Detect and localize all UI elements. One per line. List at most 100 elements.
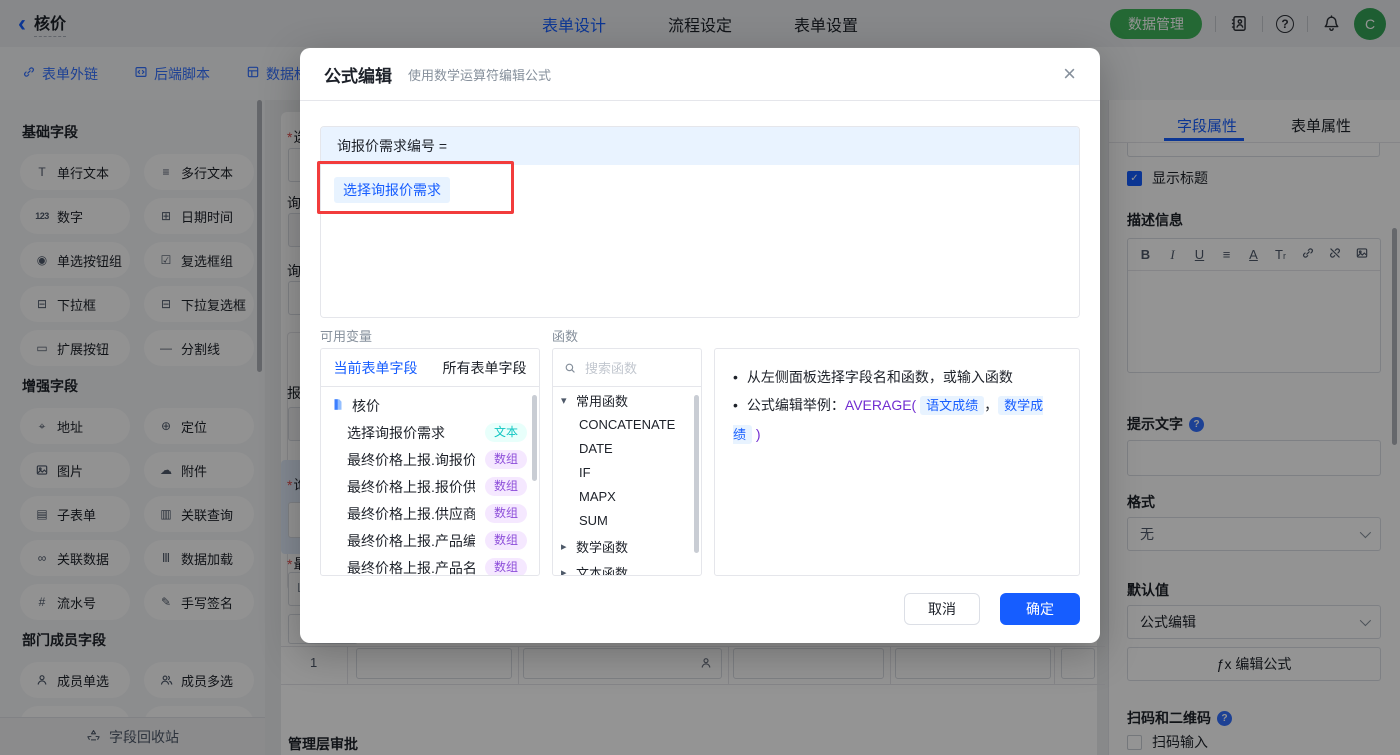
function-item[interactable]: MAPX [553, 485, 701, 509]
function-group[interactable]: ▸ 数学函数 [553, 533, 701, 559]
cancel-button[interactable]: 取消 [904, 593, 980, 625]
edit-formula-button[interactable]: ƒx 编辑公式 [1127, 647, 1381, 681]
unlink-icon[interactable] [1321, 246, 1348, 263]
subform-cell-input[interactable] [895, 648, 1051, 679]
link-icon[interactable] [1294, 246, 1321, 263]
bell-icon[interactable] [1321, 14, 1341, 34]
field-type-button[interactable]: 成员多选 [144, 662, 254, 698]
field-type-button[interactable]: ⊞ 日期时间 [144, 198, 254, 234]
underline-icon[interactable]: U [1186, 247, 1213, 262]
nav-tab-2[interactable]: 流程设定 [668, 12, 732, 36]
hint-text-input[interactable] [1127, 440, 1381, 476]
variable-type-badge: 数组 [484, 558, 527, 575]
field-type-label: 地址 [57, 419, 84, 435]
scan-help-icon[interactable]: ? [1217, 710, 1232, 726]
field-type-button[interactable]: ✎ 手写签名 [144, 584, 254, 620]
functions-scrollbar[interactable] [694, 395, 699, 553]
field-type-button[interactable]: ▤ 子表单 [20, 496, 130, 532]
function-item[interactable]: CONCATENATE [553, 413, 701, 437]
function-search[interactable]: 搜索函数 [553, 349, 701, 387]
field-type-button[interactable]: Ⅲ 数据加载 [144, 540, 254, 576]
bold-icon[interactable]: B [1132, 247, 1159, 262]
function-item[interactable]: DATE [553, 437, 701, 461]
variable-row[interactable]: 选择询报价需求 文本 [321, 419, 539, 446]
show-title-checkbox-row[interactable]: ✓ 显示标题 [1127, 168, 1208, 188]
contacts-book-icon[interactable] [1229, 14, 1249, 34]
formula-container: 询报价需求编号 = 选择询报价需求 [320, 126, 1080, 318]
italic-icon[interactable]: I [1159, 247, 1186, 263]
subform-cell-input[interactable] [523, 648, 722, 679]
function-item[interactable]: SUM [553, 509, 701, 533]
scan-input-checkbox-row[interactable]: 扫码输入 [1127, 732, 1208, 752]
field-type-button[interactable]: ▭ 扩展按钮 [20, 330, 130, 366]
canvas-field-label: 报 [287, 383, 301, 403]
left-sidebar-scrollbar[interactable] [257, 100, 262, 372]
field-type-button[interactable]: ⊟ 下拉框 [20, 286, 130, 322]
help-line-1: • 从左侧面板选择字段名和函数，或输入函数 [733, 369, 1013, 385]
function-group[interactable]: ▸ 文本函数 [553, 559, 701, 576]
field-type-button[interactable]: ⌖ 地址 [20, 408, 130, 444]
data-manage-button[interactable]: 数据管理 [1110, 8, 1202, 39]
default-value-select[interactable]: 公式编辑 [1127, 605, 1381, 639]
right-sidebar-scrollbar[interactable] [1392, 228, 1397, 445]
variable-row[interactable]: 最终价格上报.供应商... 数组 [321, 500, 539, 527]
align-icon[interactable]: ≡ [1213, 247, 1240, 262]
variable-row[interactable]: 最终价格上报.产品名称数组 [321, 554, 539, 575]
toolbar-link[interactable]: 后端脚本 [134, 64, 210, 84]
confirm-button[interactable]: 确定 [1000, 593, 1080, 625]
subform-cell-input[interactable] [1061, 648, 1095, 679]
variables-tab-2[interactable]: 所有表单字段 [430, 349, 539, 386]
field-type-button[interactable]: ∞ 关联数据 [20, 540, 130, 576]
font-color-icon[interactable]: A [1240, 247, 1267, 262]
checkbox-unchecked-icon[interactable] [1127, 734, 1142, 750]
description-editor[interactable]: B I U ≡ A Tr [1127, 238, 1381, 373]
field-type-button[interactable]: ≡ 多行文本 [144, 154, 254, 190]
subform-cell-input[interactable] [733, 648, 884, 679]
field-type-button[interactable]: 123 数字 [20, 198, 130, 234]
field-type-button[interactable]: T 单行文本 [20, 154, 130, 190]
font-size-icon[interactable]: Tr [1267, 247, 1294, 262]
field-type-button[interactable]: 图片 [20, 452, 130, 488]
function-group[interactable]: ▾ 常用函数 [553, 387, 701, 413]
field-type-button[interactable]: 成员单选 [20, 662, 130, 698]
formula-field-chip[interactable]: 选择询报价需求 [334, 177, 450, 203]
formula-editor-area[interactable]: 选择询报价需求 [321, 165, 1079, 317]
hint-help-icon[interactable]: ? [1189, 416, 1204, 432]
nav-tab-1[interactable]: 表单设计 [542, 12, 606, 36]
subform-col-border [518, 646, 519, 684]
field-recycle-bin[interactable]: 字段回收站 [0, 717, 265, 755]
variable-row[interactable]: 最终价格上报.报价供... 数组 [321, 473, 539, 500]
variables-scrollbar[interactable] [532, 395, 537, 481]
subform-cell-input[interactable] [356, 648, 512, 679]
tab-form-properties[interactable]: 表单属性 [1291, 115, 1351, 136]
format-select[interactable]: 无 [1127, 517, 1381, 551]
function-item[interactable]: IF [553, 461, 701, 485]
toolbar-link[interactable]: 表单外链 [22, 64, 98, 84]
field-type-label: 成员多选 [181, 673, 234, 689]
variable-row[interactable]: 最终价格上报.询报价... 数组 [321, 446, 539, 473]
field-type-button[interactable]: # 流水号 [20, 584, 130, 620]
close-icon[interactable]: × [1063, 63, 1076, 85]
tab-field-properties[interactable]: 字段属性 [1177, 115, 1237, 136]
field-type-button[interactable]: ⊕ 定位 [144, 408, 254, 444]
field-type-button[interactable]: ▥ 关联查询 [144, 496, 254, 532]
default-value-label: 默认值 [1127, 582, 1169, 598]
variables-tab-1[interactable]: 当前表单字段 [321, 349, 430, 386]
field-type-button[interactable]: ☁ 附件 [144, 452, 254, 488]
image-icon[interactable] [1348, 246, 1375, 263]
field-type-button[interactable]: ◉ 单选按钮组 [20, 242, 130, 278]
toolbar-link[interactable]: 数据权 [246, 64, 308, 84]
back-icon[interactable]: ‹ [18, 11, 26, 35]
field-type-button[interactable]: ⊟ 下拉复选框 [144, 286, 254, 322]
field-type-button[interactable]: — 分割线 [144, 330, 254, 366]
field-type-button[interactable]: ☑ 复选框组 [144, 242, 254, 278]
nav-tab-3[interactable]: 表单设置 [794, 12, 858, 36]
variable-row[interactable]: 最终价格上报.产品编号数组 [321, 527, 539, 554]
field-type-label: 单行文本 [57, 165, 110, 181]
chevron-right-icon: ▸ [561, 540, 567, 553]
help-icon[interactable]: ? [1276, 14, 1294, 33]
checkbox-checked-icon[interactable]: ✓ [1127, 170, 1142, 186]
variables-form-node[interactable]: 核价 [321, 393, 539, 419]
title-input-partial[interactable] [1127, 143, 1380, 157]
avatar[interactable]: C [1354, 7, 1386, 40]
